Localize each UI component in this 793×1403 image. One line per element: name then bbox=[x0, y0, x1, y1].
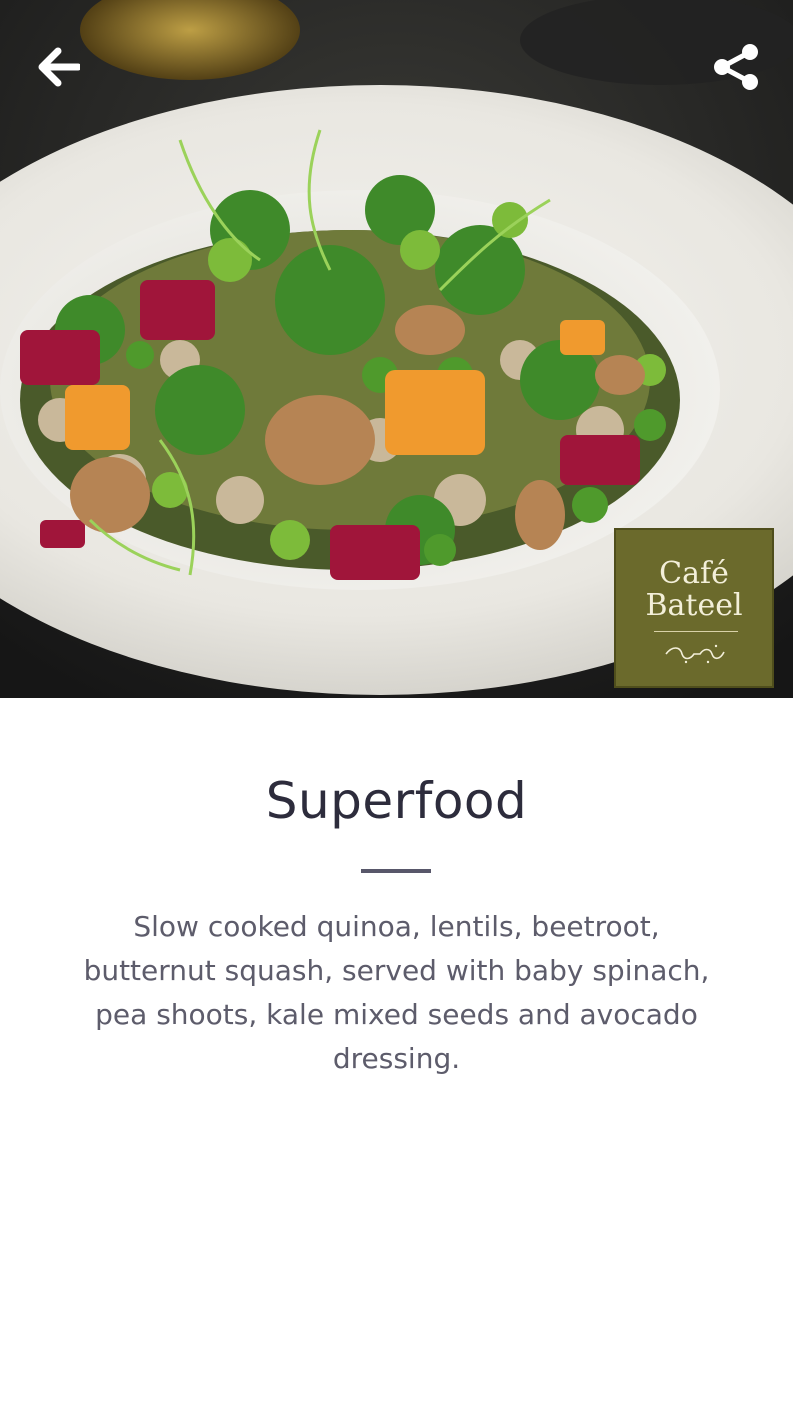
logo-line-1: Café bbox=[659, 556, 729, 591]
cafe-bateel-logo: Café Bateel bbox=[614, 528, 774, 688]
back-button[interactable] bbox=[28, 37, 88, 97]
arrow-left-icon bbox=[38, 47, 80, 87]
logo-line-2: Bateel bbox=[645, 588, 743, 623]
logo-divider bbox=[654, 631, 738, 632]
logo-arabic-script bbox=[665, 644, 725, 664]
item-description: Slow cooked quinoa, lentils, beetroot, b… bbox=[83, 910, 710, 1075]
hero-image: Café Bateel bbox=[0, 0, 793, 698]
item-title: Superfood bbox=[265, 772, 528, 830]
share-button[interactable] bbox=[706, 37, 766, 97]
share-icon bbox=[714, 44, 758, 90]
title-divider bbox=[361, 869, 431, 873]
